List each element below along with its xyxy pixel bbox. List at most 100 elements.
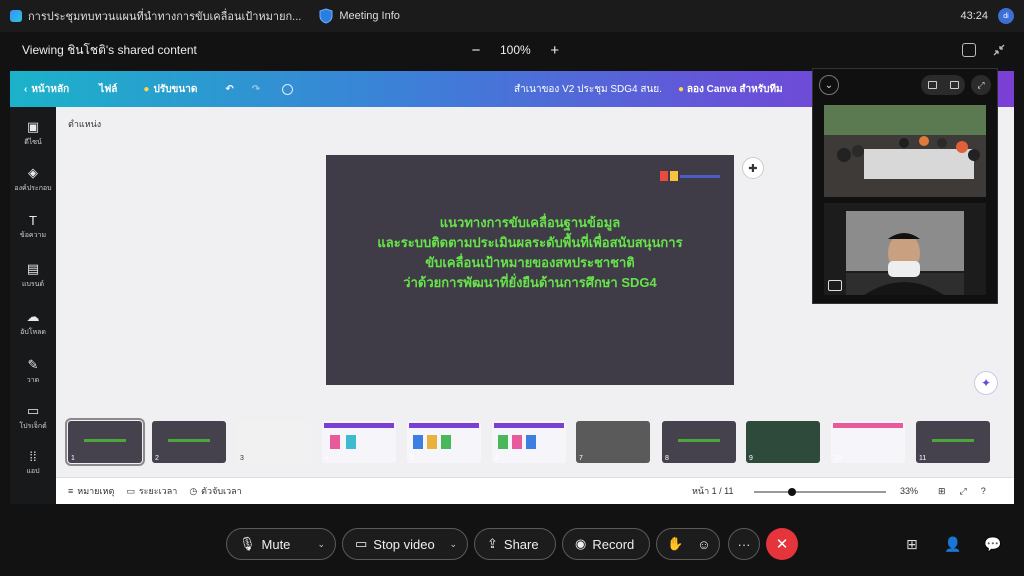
share-screen-icon: ⇪: [487, 536, 498, 551]
chevron-down-icon[interactable]: ⌄: [449, 539, 457, 550]
crown-icon: ●: [678, 83, 685, 95]
crown-icon: ●: [143, 83, 150, 95]
rail-item-projects[interactable]: ▭ โปรเจ็กต์: [10, 403, 56, 432]
rail-item-text[interactable]: T ข้อความ: [10, 213, 56, 241]
help-icon[interactable]: ?: [981, 486, 986, 497]
add-comment-icon[interactable]: ✚: [742, 157, 764, 179]
reactions-group: ✋ ☺: [656, 528, 720, 560]
rail-label: วาด: [26, 377, 40, 384]
avatar[interactable]: di: [998, 8, 1014, 24]
chat-icon[interactable]: 💬: [984, 536, 1001, 553]
single-layout-icon[interactable]: [927, 81, 937, 89]
rail-item-draw[interactable]: ✎ วาด: [10, 357, 56, 386]
apps-icon: ⁞⁞: [29, 449, 37, 464]
stop-video-label: Stop video: [373, 536, 435, 552]
grid-view-icon[interactable]: ⊞: [938, 486, 946, 497]
thumb-number: 1: [71, 455, 75, 462]
rail-item-apps[interactable]: ⁞⁞ แอป: [10, 449, 56, 477]
duration-button[interactable]: ▭ ระยะเวลา: [126, 484, 177, 498]
viewing-label: Viewing ชินโชติ's shared content: [22, 42, 197, 57]
thumbnail-slide[interactable]: 4: [322, 421, 396, 463]
camera-icon: ▭: [355, 536, 368, 551]
thumbnail-slide[interactable]: 3: [237, 421, 311, 463]
thumbnail-slide[interactable]: 7: [576, 421, 650, 463]
thumbnail-slide[interactable]: 2: [152, 421, 226, 463]
grid-layout-icon[interactable]: [949, 81, 959, 89]
meeting-info-link[interactable]: Meeting Info: [339, 10, 400, 22]
expand-icon[interactable]: ⤢: [971, 75, 991, 95]
participants-icon[interactable]: 👤: [944, 536, 961, 553]
rail-item-design[interactable]: ▣ ดีไซน์: [10, 119, 56, 148]
thumb-number: 9: [749, 455, 753, 462]
slide-line: ว่าด้วยการพัฒนาที่ยั่งยืนด้านการศึกษา SD…: [403, 275, 657, 290]
thumbnail-slide[interactable]: 8: [662, 421, 736, 463]
leave-meeting-button[interactable]: ✕: [766, 528, 798, 560]
meeting-controls: 🎙 Mute ⌄ ▭ Stop video ⌄ ⇪ Share ◉ Record…: [0, 520, 1024, 576]
zoom-in-button[interactable]: +: [547, 42, 563, 59]
screen-share-icon[interactable]: [828, 280, 842, 291]
position-button[interactable]: ตำแหน่ง: [68, 117, 101, 131]
zoom-level: 100%: [500, 43, 531, 57]
elements-icon: ◈: [28, 165, 38, 180]
thumb-number: 11: [919, 455, 927, 462]
pop-out-icon[interactable]: [962, 43, 976, 57]
rail-item-upload[interactable]: ☁ อัปโหลด: [10, 309, 56, 338]
zoom-control: − 100% +: [468, 32, 563, 68]
slide-canvas[interactable]: แนวทางการขับเคลื่อนฐานข้อมูล และระบบติดต…: [326, 155, 734, 385]
record-label: Record: [592, 536, 635, 552]
layout-switcher[interactable]: [921, 75, 965, 95]
rail-item-elements[interactable]: ◈ องค์ประกอบ: [10, 165, 56, 194]
cloud-sync-icon[interactable]: [282, 83, 294, 95]
thumbnail-slide[interactable]: 10: [831, 421, 905, 463]
record-button[interactable]: ◉ Record: [562, 528, 650, 560]
shield-icon[interactable]: [319, 8, 333, 24]
canva-doc-title[interactable]: สำเนาของ V2 ประชุม SDG4 สนย.: [514, 82, 662, 97]
thumbnail-slide[interactable]: 5: [407, 421, 481, 463]
rail-label: ดีไซน์: [24, 139, 42, 146]
more-options-icon[interactable]: ···: [728, 528, 760, 560]
timer-label: ตัวจับเวลา: [201, 486, 242, 496]
canva-file-menu[interactable]: ไฟล์: [99, 82, 117, 97]
magic-sparkle-icon[interactable]: ✦: [974, 371, 998, 395]
redo-icon[interactable]: ↷: [252, 84, 260, 95]
stop-video-button[interactable]: ▭ Stop video ⌄: [342, 528, 468, 560]
share-button[interactable]: ⇪ Share: [474, 528, 556, 560]
folder-icon: ▭: [26, 403, 40, 418]
notes-icon: ≡: [68, 486, 74, 496]
page-indicator[interactable]: หน้า 1 / 11: [692, 484, 734, 498]
chevron-down-icon[interactable]: ⌄: [819, 75, 839, 95]
record-icon: ◉: [575, 536, 587, 551]
notes-button[interactable]: ≡ หมายเหตุ: [68, 484, 114, 498]
zoom-percent[interactable]: 33%: [900, 486, 918, 496]
mute-button[interactable]: 🎙 Mute ⌄: [226, 528, 336, 560]
thumb-number: 4: [325, 455, 329, 462]
reactions-icon[interactable]: ☺: [697, 537, 710, 552]
video-panel-header: ⌄ ⤢: [813, 69, 999, 101]
rail-label: โปรเจ็กต์: [19, 423, 47, 430]
apps-icon[interactable]: ⊞: [906, 536, 918, 553]
text-icon: T: [29, 213, 37, 228]
try-canva-teams-button[interactable]: ● ลอง Canva สำหรับทีม: [678, 82, 783, 97]
canva-home-button[interactable]: ‹ หน้าหลัก: [24, 82, 69, 97]
chevron-down-icon[interactable]: ⌄: [317, 539, 325, 550]
zoom-slider-knob[interactable]: [788, 488, 796, 496]
participant-video-panel: ⌄ ⤢: [812, 68, 998, 304]
video-tile-presenter[interactable]: [824, 203, 986, 295]
thumbnail-slide[interactable]: 11: [916, 421, 990, 463]
timer-button[interactable]: ◷ ตัวจับเวลา: [189, 484, 241, 498]
thumbnail-slide[interactable]: 1: [65, 418, 145, 466]
brand-icon: ▤: [26, 261, 40, 276]
canva-resize-button[interactable]: ● ปรับขนาด: [143, 82, 197, 97]
raise-hand-icon[interactable]: ✋: [667, 536, 683, 552]
thumbnail-slide[interactable]: 6: [492, 421, 566, 463]
undo-icon[interactable]: ↶: [225, 84, 233, 95]
fullscreen-icon[interactable]: ⤢: [960, 486, 967, 497]
thumbnail-slide[interactable]: 9: [746, 421, 820, 463]
minimize-arrows-icon[interactable]: [992, 43, 1006, 57]
video-tile-meeting-room[interactable]: [824, 105, 986, 197]
mute-label: Mute: [261, 536, 291, 552]
rail-item-brand[interactable]: ▤ แบรนด์: [10, 261, 56, 290]
presenter-video: [824, 203, 986, 295]
zoom-slider[interactable]: [754, 488, 886, 496]
zoom-out-button[interactable]: −: [468, 42, 484, 59]
